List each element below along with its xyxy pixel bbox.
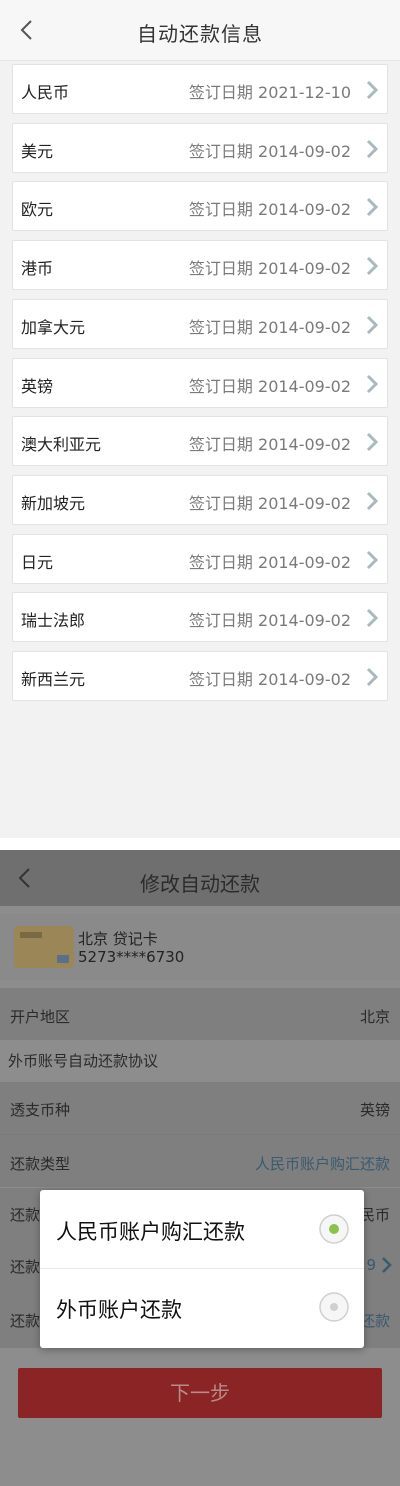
card-image-icon [14, 926, 74, 968]
page-title: 修改自动还款 [140, 872, 260, 896]
list-item[interactable]: 加拿大元 签订日期 2014-09-02 [12, 298, 388, 349]
divider [40, 1268, 364, 1269]
option-label: 人民币账户购汇还款 [56, 1220, 245, 1244]
auto-repay-info-screen: 自动还款信息 人民币 签订日期 2021-12-10 美元 签订日期 2014-09-… [0, 0, 400, 838]
header: 自动还款信息 [0, 0, 400, 61]
chevron-right-icon [363, 137, 381, 161]
overdraft-currency-label: 透支币种 [10, 1101, 71, 1119]
header: 修改自动还款 [0, 850, 400, 906]
option-label: 外币账户还款 [56, 1298, 182, 1322]
card-number: 5273****6730 [78, 948, 185, 966]
chevron-right-icon [363, 430, 381, 454]
currency-name: 英镑 [21, 376, 54, 396]
chevron-right-icon [363, 78, 381, 102]
row6-label: 还款 [10, 1258, 41, 1276]
sign-date: 签订日期 2014-09-02 [188, 435, 351, 455]
open-region-label: 开户地区 [10, 1008, 71, 1026]
sign-date: 签订日期 2014-09-02 [188, 141, 351, 161]
list-item[interactable]: 瑞士法郎 签订日期 2014-09-02 [12, 592, 388, 643]
repay-type-dialog: 人民币账户购汇还款 外币账户还款 [40, 1190, 364, 1348]
currency-name: 瑞士法郎 [21, 611, 86, 631]
sign-date: 签订日期 2014-09-02 [188, 611, 351, 631]
list-item[interactable]: 欧元 签订日期 2014-09-02 [12, 181, 388, 232]
row5-value: 民币 [359, 1206, 390, 1224]
row7-value: 还款 [359, 1312, 390, 1330]
currency-name: 新西兰元 [21, 670, 86, 689]
list-item[interactable]: 新西兰元 签订日期 2014-09-02 [12, 651, 388, 701]
chevron-right-icon [363, 606, 381, 630]
list-item[interactable]: 英镑 签订日期 2014-09-02 [12, 357, 388, 408]
sign-date: 签订日期 2014-09-02 [188, 670, 351, 689]
row5-label: 还款 [10, 1206, 41, 1224]
list-item[interactable]: 人民币 签订日期 2021-12-10 [12, 64, 388, 114]
option-rmb-purchase[interactable]: 人民币账户购汇还款 [40, 1192, 364, 1268]
page-title: 自动还款信息 [137, 22, 263, 46]
list-item[interactable]: 美元 签订日期 2014-09-02 [12, 122, 388, 173]
sign-date: 签订日期 2014-09-02 [188, 317, 351, 337]
chevron-right-icon [363, 372, 381, 396]
sign-date: 签订日期 2014-09-02 [188, 200, 351, 220]
currency-name: 美元 [21, 141, 54, 161]
list-item[interactable]: 日元 签订日期 2014-09-02 [12, 533, 388, 584]
option-foreign-account[interactable]: 外币账户还款 [40, 1270, 364, 1346]
chevron-right-icon [380, 1256, 392, 1274]
currency-name: 日元 [21, 552, 54, 572]
currency-name: 加拿大元 [21, 317, 86, 337]
list-item[interactable]: 新加坡元 签订日期 2014-09-02 [12, 474, 388, 525]
row6-value: 9 [366, 1256, 376, 1274]
radio-unselected-icon[interactable] [318, 1291, 350, 1323]
list-item[interactable]: 澳大利亚元 签订日期 2014-09-02 [12, 416, 388, 467]
next-button[interactable]: 下一步 [18, 1368, 382, 1418]
sign-date: 签订日期 2021-12-10 [188, 83, 351, 102]
chevron-right-icon [363, 548, 381, 572]
sign-date: 签订日期 2014-09-02 [188, 493, 351, 513]
repay-type-label: 还款类型 [10, 1155, 71, 1173]
currency-name: 澳大利亚元 [21, 435, 102, 455]
currency-name: 欧元 [21, 200, 54, 220]
sign-date: 签订日期 2014-09-02 [188, 552, 351, 572]
radio-selected-icon[interactable] [318, 1213, 350, 1245]
currency-name: 新加坡元 [21, 493, 86, 513]
modify-auto-repay-screen: 修改自动还款 北京 贷记卡 5273****6730 开户地区 北京 外币账号自… [0, 850, 400, 1486]
chevron-right-icon [363, 195, 381, 219]
repay-type-value[interactable]: 人民币账户购汇还款 [255, 1153, 390, 1174]
open-region-value: 北京 [359, 1008, 390, 1026]
chevron-right-icon [363, 254, 381, 278]
overdraft-currency-value: 英镑 [359, 1101, 390, 1119]
chevron-right-icon [363, 313, 381, 337]
card-panel: 北京 贷记卡 5273****6730 [0, 914, 400, 980]
sign-date: 签订日期 2014-09-02 [188, 259, 351, 279]
list-item[interactable]: 港币 签订日期 2014-09-02 [12, 240, 388, 291]
card-name: 北京 贷记卡 [78, 930, 158, 948]
chevron-right-icon [363, 665, 381, 689]
currency-name: 人民币 [21, 83, 70, 102]
chevron-right-icon [363, 489, 381, 513]
row7-label: 还款 [10, 1312, 41, 1330]
sign-date: 签订日期 2014-09-02 [188, 376, 351, 396]
currency-name: 港币 [21, 259, 54, 279]
section-title: 外币账号自动还款协议 [8, 1052, 159, 1070]
